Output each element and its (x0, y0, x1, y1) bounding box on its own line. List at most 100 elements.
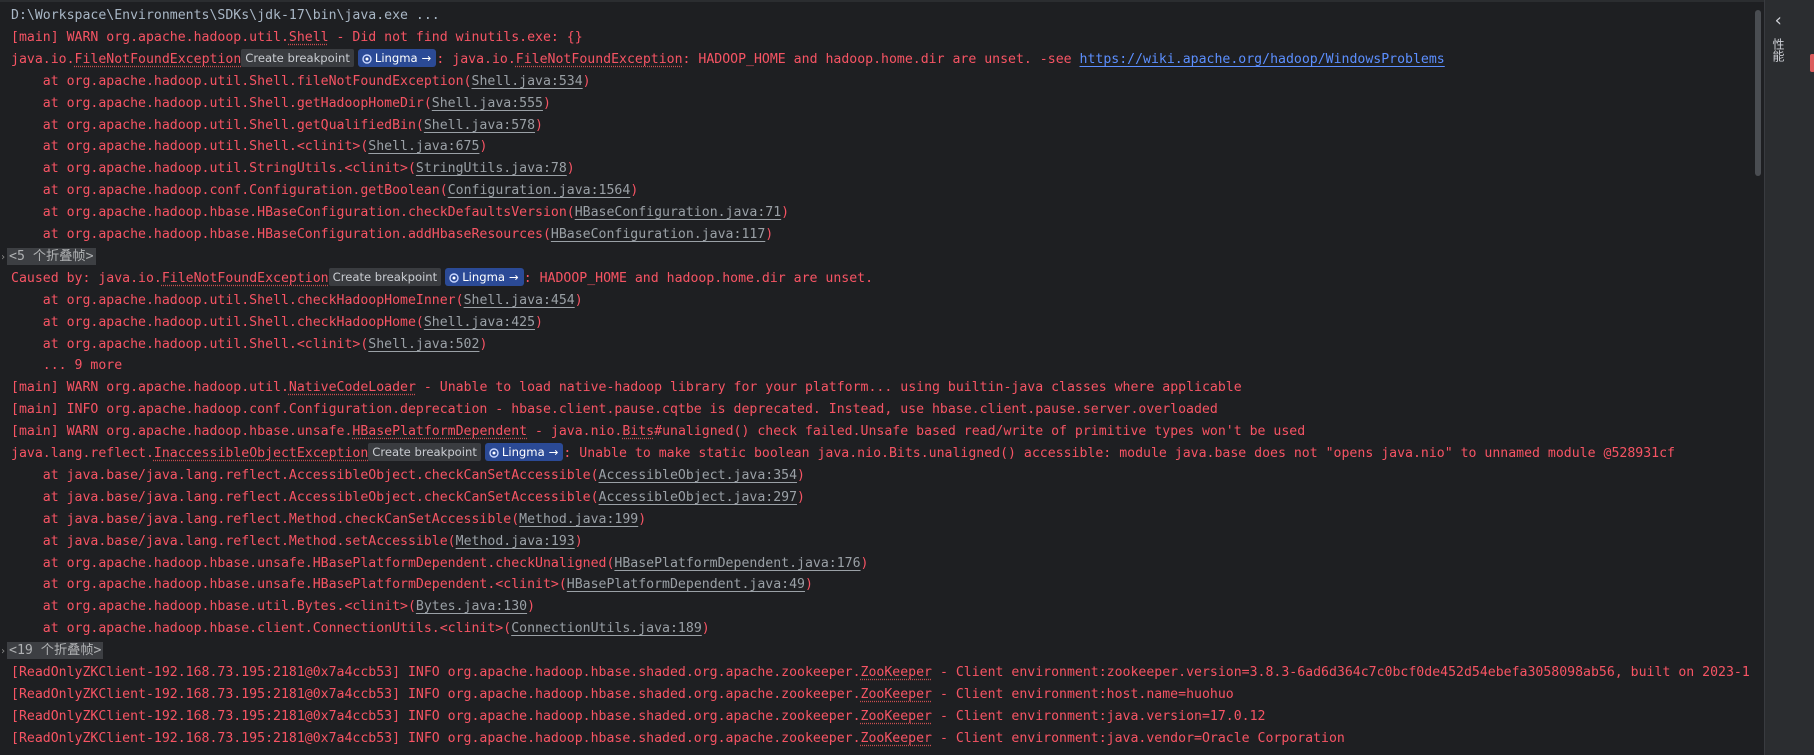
class-reference[interactable]: ZooKeeper (861, 665, 932, 680)
class-reference[interactable]: ZooKeeper (861, 687, 932, 702)
create-breakpoint-button[interactable]: Create breakpoint (368, 443, 481, 461)
source-link[interactable]: ConnectionUtils.java:189 (511, 621, 702, 636)
console-text: - Client environment:host.name=huohuo (932, 686, 1234, 702)
class-reference[interactable]: InaccessibleObjectException (154, 446, 368, 461)
source-link[interactable]: Shell.java:425 (424, 315, 535, 330)
class-reference[interactable]: ZooKeeper (861, 731, 932, 746)
class-reference[interactable]: HBasePlatformDependent (352, 424, 527, 439)
class-reference[interactable]: FileNotFoundException (516, 52, 683, 67)
console-text: ) (527, 599, 536, 615)
console-text: ) (797, 489, 805, 505)
console-line: at org.apache.hadoop.util.Shell.checkHad… (11, 312, 543, 334)
console-text: [main] WARN org.apache.hadoop.hbase.unsa… (11, 424, 353, 440)
console-text: ) (535, 314, 543, 330)
source-link[interactable]: HBaseConfiguration.java:117 (551, 227, 765, 242)
lingma-button[interactable]: Lingma → (484, 443, 564, 461)
source-link[interactable]: AccessibleObject.java:354 (599, 468, 798, 483)
console-text: at org.apache.hadoop.util.Shell.getQuali… (11, 117, 424, 133)
console-text: ) (630, 183, 639, 199)
source-link[interactable]: AccessibleObject.java:297 (599, 490, 798, 505)
console-line: at java.base/java.lang.reflect.Method.se… (11, 531, 583, 553)
class-reference[interactable]: Bits (622, 424, 654, 439)
console-text: ) (765, 227, 774, 242)
source-link[interactable]: Shell.java:502 (368, 337, 479, 352)
create-breakpoint-button[interactable]: Create breakpoint (241, 48, 354, 67)
source-link[interactable]: HBaseConfiguration.java:71 (575, 205, 781, 220)
console-text: - java.nio. (527, 424, 623, 440)
console-line: at org.apache.hadoop.hbase.HBaseConfigur… (11, 202, 789, 224)
console-text: ) (781, 205, 790, 221)
console-line: [ReadOnlyZKClient-192.168.73.195:2181@0x… (11, 728, 1345, 750)
class-reference[interactable]: Shell (289, 30, 329, 45)
console-text: ) (860, 555, 869, 571)
console-text: - Did not find winutils.exe: {} (328, 29, 583, 45)
console-line: [main] WARN org.apache.hadoop.hbase.unsa… (11, 421, 1305, 443)
console-command-line: D:\Workspace\Environments\SDKs\jdk-17\bi… (11, 8, 440, 23)
console-text: at org.apache.hadoop.hbase.client.Connec… (11, 621, 512, 637)
console-text: at org.apache.hadoop.util.Shell.getHadoo… (11, 95, 432, 111)
console-text: at org.apache.hadoop.hbase.unsafe.HBaseP… (11, 555, 615, 571)
vertical-scrollbar[interactable] (1754, 6, 1762, 750)
chevron-right-icon[interactable]: › (0, 646, 6, 657)
source-link[interactable]: Shell.java:534 (472, 74, 583, 89)
console-text: ) (566, 161, 575, 177)
console-text: : java.io. (436, 51, 516, 67)
source-link[interactable]: Shell.java:578 (424, 118, 535, 133)
console-line: at org.apache.hadoop.hbase.HBaseConfigur… (11, 224, 773, 246)
console-line: at org.apache.hadoop.util.Shell.fileNotF… (11, 71, 591, 93)
source-link[interactable]: Method.java:199 (519, 512, 638, 527)
source-link[interactable]: Bytes.java:130 (416, 599, 527, 614)
create-breakpoint-button[interactable]: Create breakpoint (328, 267, 442, 286)
source-link[interactable]: Configuration.java:1564 (448, 183, 631, 198)
lingma-label: Lingma (501, 445, 545, 459)
console-text: at java.base/java.lang.reflect.Accessibl… (11, 467, 599, 483)
source-link[interactable]: HBasePlatformDependent.java:176 (614, 556, 860, 571)
console-line: at org.apache.hadoop.hbase.unsafe.HBaseP… (11, 553, 869, 575)
folded-frames[interactable]: › <5 个折叠帧> (0, 246, 96, 268)
folded-frames-label[interactable]: <5 个折叠帧> (7, 247, 96, 265)
console-text: at org.apache.hadoop.hbase.unsafe.HBaseP… (11, 577, 567, 593)
console-text: [main] WARN org.apache.hadoop.util. (11, 29, 289, 45)
console-text: ) (582, 73, 591, 89)
console-line: at java.base/java.lang.reflect.Accessibl… (11, 487, 805, 509)
console-text: [ReadOnlyZKClient-192.168.73.195:2181@0x… (11, 708, 861, 724)
chevron-right-icon[interactable]: › (0, 252, 6, 263)
console-line: at org.apache.hadoop.hbase.client.Connec… (11, 618, 710, 640)
console-line: [ReadOnlyZKClient-192.168.73.195:2181@0x… (11, 662, 1750, 684)
console-line: [ReadOnlyZKClient-192.168.73.195:2181@0x… (11, 706, 1265, 728)
source-link[interactable]: Shell.java:675 (368, 139, 479, 154)
console-line: at java.base/java.lang.reflect.Accessibl… (11, 465, 805, 487)
scrollbar-thumb[interactable] (1755, 10, 1761, 176)
class-reference[interactable]: NativeCodeLoader (289, 380, 416, 395)
folded-frames-label[interactable]: <19 个折叠帧> (7, 642, 104, 660)
source-link[interactable]: Shell.java:454 (464, 293, 575, 308)
hyperlink[interactable]: https://wiki.apache.org/hadoop/WindowsPr… (1080, 52, 1445, 67)
console-text: ) (542, 95, 551, 111)
source-link[interactable]: HBasePlatformDependent.java:49 (567, 577, 805, 592)
console-line: at java.base/java.lang.reflect.Method.ch… (11, 509, 646, 531)
chevron-left-icon[interactable]: ‹ (1773, 12, 1784, 30)
console-text: - Client environment:java.version=17.0.1… (932, 708, 1266, 724)
run-console[interactable]: D:\Workspace\Environments\SDKs\jdk-17\bi… (0, 0, 1764, 755)
right-tool-strip: ‹ 性能 (1764, 0, 1814, 755)
lingma-label: Lingma (462, 269, 505, 284)
console-text: ) (574, 533, 583, 549)
lingma-icon (449, 273, 459, 283)
lingma-label: Lingma (374, 50, 418, 65)
source-link[interactable]: Shell.java:555 (432, 96, 543, 111)
source-link[interactable]: Method.java:193 (456, 534, 575, 549)
side-panel-label[interactable]: 性能 (1770, 38, 1787, 62)
source-link[interactable]: StringUtils.java:78 (416, 161, 567, 176)
lingma-button[interactable]: Lingma → (357, 48, 437, 67)
console-line: at org.apache.hadoop.conf.Configuration.… (11, 180, 639, 202)
class-reference[interactable]: FileNotFoundException (162, 271, 329, 286)
class-reference[interactable]: FileNotFoundException (75, 52, 242, 67)
lingma-button[interactable]: Lingma → (445, 267, 524, 286)
console-text: ) (479, 336, 488, 352)
console-line: at org.apache.hadoop.util.Shell.<clinit>… (11, 334, 488, 356)
arrow-right-icon: → (548, 445, 559, 459)
folded-frames[interactable]: › <19 个折叠帧> (0, 640, 104, 662)
class-reference[interactable]: ZooKeeper (861, 709, 932, 724)
console-line: java.io.FileNotFoundException Create brea… (11, 48, 1445, 71)
console-text: at org.apache.hadoop.util.Shell.checkHad… (11, 314, 424, 330)
